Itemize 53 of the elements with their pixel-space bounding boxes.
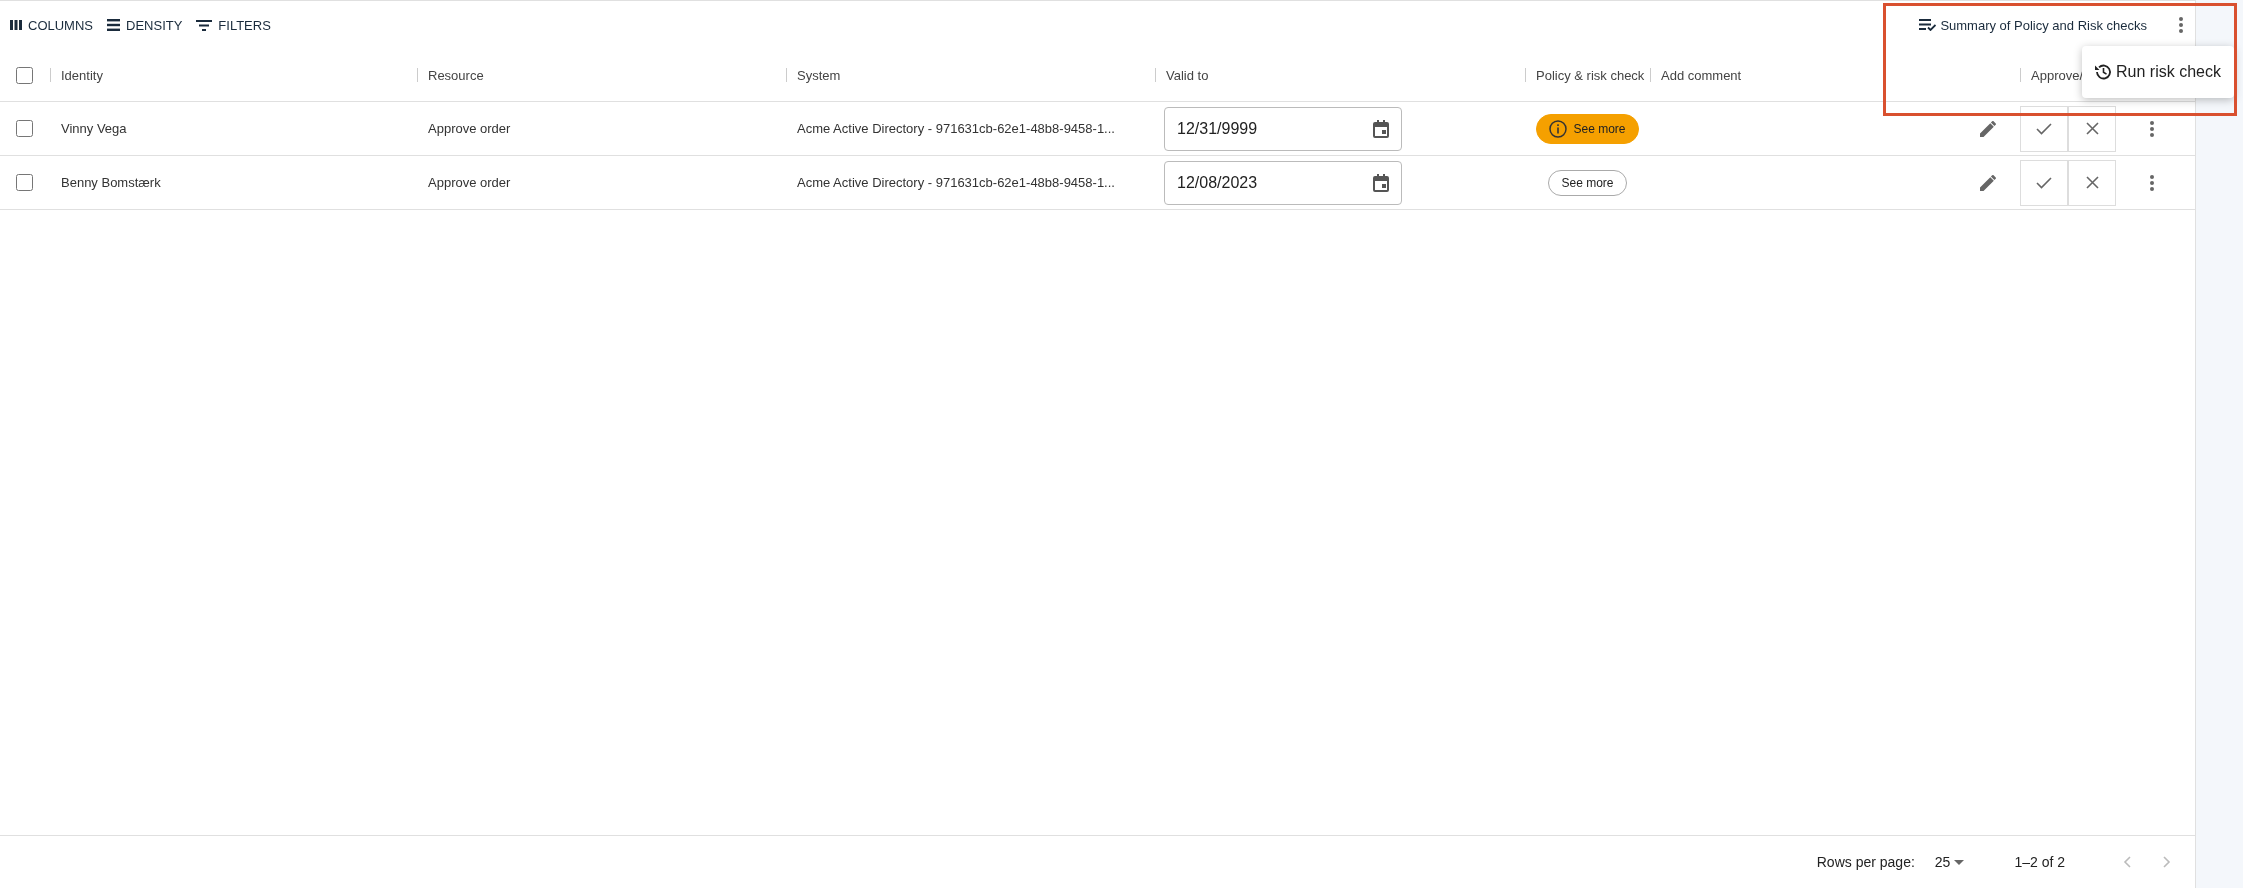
date-field[interactable]: 12/08/2023 <box>1164 160 1402 205</box>
reject-button[interactable] <box>2068 105 2116 152</box>
chevron-left-icon <box>2123 856 2131 868</box>
column-header[interactable]: System <box>797 67 841 83</box>
pagination-range: 1–2 of 2 <box>2014 854 2065 870</box>
info-icon <box>1549 119 1568 138</box>
table-cell-text: Approve order <box>427 121 512 136</box>
see-more-chip[interactable]: See more <box>1548 169 1627 196</box>
pencil-icon <box>1980 120 1996 137</box>
more-vert-icon <box>2150 174 2154 191</box>
toolbar-button[interactable]: DENSITY <box>105 15 185 35</box>
toolbar-button[interactable]: COLUMNS <box>8 15 95 35</box>
date-value: 12/08/2023 <box>1177 173 1258 192</box>
filter-icon <box>196 19 213 31</box>
table-cell-text: Acme Active Directory - 971631cb-62e1-48b8-9458-1... <box>796 175 1116 190</box>
column-header[interactable]: Add comment <box>1661 67 1742 83</box>
calendar-icon <box>1373 119 1389 138</box>
toolbar-button[interactable]: FILTERS <box>194 15 273 35</box>
menu-item[interactable]: Run risk check <box>2082 63 2233 81</box>
see-more-chip[interactable]: See more <box>1536 113 1639 144</box>
density-icon <box>107 19 120 31</box>
date-field[interactable]: 12/31/9999 <box>1164 106 1402 151</box>
columns-icon <box>10 20 22 30</box>
row-checkbox[interactable] <box>16 174 33 191</box>
dropdown-caret-icon <box>1954 859 1965 865</box>
table-cell-text: Approve order <box>427 175 512 190</box>
table-cell-text: Vinny Vega <box>60 121 128 136</box>
check-icon <box>2036 122 2052 135</box>
column-header[interactable]: Approve/ <box>2031 67 2084 83</box>
column-header[interactable]: Valid to <box>1166 67 1209 83</box>
approve-button[interactable] <box>2020 105 2068 152</box>
pencil-icon <box>1980 174 1996 191</box>
select-all-checkbox[interactable] <box>16 66 33 84</box>
more-vert-icon <box>2179 17 2183 33</box>
calendar-icon <box>1373 173 1389 192</box>
column-header[interactable]: Policy & risk check <box>1536 67 1645 83</box>
column-header[interactable]: Resource <box>428 67 484 83</box>
rows-per-page-label: Rows per page: <box>1816 854 1915 870</box>
checklist-icon <box>1919 19 1937 31</box>
column-header[interactable]: Identity <box>61 67 103 83</box>
close-icon <box>2085 176 2099 189</box>
history-icon <box>2094 63 2112 81</box>
rows-per-page-select[interactable]: 25 <box>1928 853 1971 871</box>
row-checkbox[interactable] <box>16 120 33 137</box>
date-value: 12/31/9999 <box>1177 119 1258 138</box>
table-cell-text: Benny Bomstærk <box>60 175 162 190</box>
table-cell-text: Acme Active Directory - 971631cb-62e1-48b8-9458-1... <box>796 121 1116 136</box>
reject-button[interactable] <box>2068 159 2116 206</box>
more-vert-icon <box>2150 120 2154 137</box>
check-icon <box>2036 176 2052 189</box>
close-icon <box>2085 122 2099 135</box>
chevron-right-icon <box>2163 856 2171 868</box>
summary-button[interactable]: Summary of Policy and Risk checks <box>1915 15 2151 35</box>
